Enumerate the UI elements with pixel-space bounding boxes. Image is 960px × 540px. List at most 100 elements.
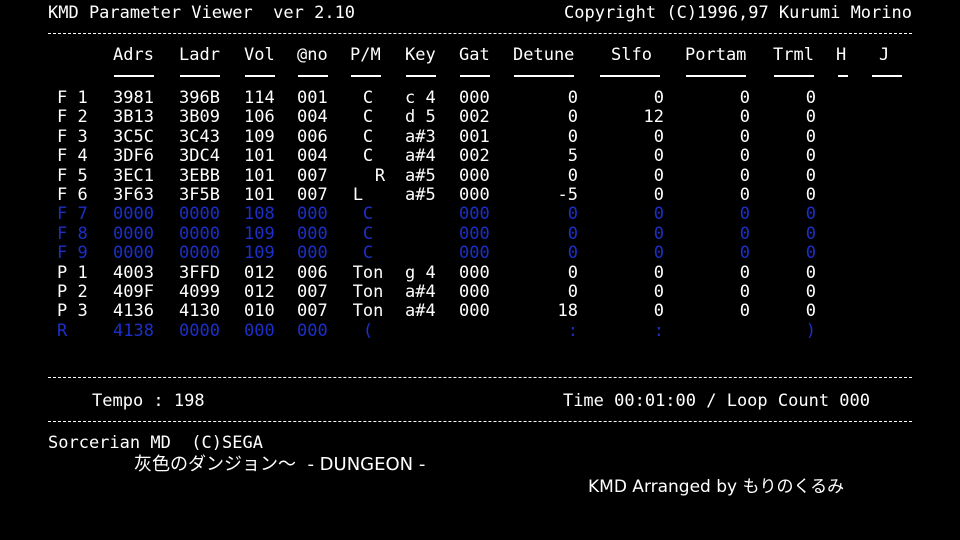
cell-adrs: 4003: [113, 262, 154, 283]
cell-pm: Ton: [352, 301, 384, 322]
table-row: F 4 3DF6 3DC4 101 004 Ca#4 002 5 0 0 0: [0, 146, 960, 166]
table-row: F 1 3981 396B 114 001 Cc 4 000 0 0 0 0: [0, 88, 960, 108]
cell-detune: 0: [567, 243, 578, 264]
column-header-h: H: [836, 45, 847, 65]
cell-pm: C: [362, 126, 374, 147]
top-divider: [48, 33, 912, 34]
cell-no: 007: [297, 282, 328, 302]
cell-key: a#5: [405, 185, 436, 205]
cell-ladr: 396B: [179, 88, 220, 108]
cell-channel: F 2: [57, 107, 88, 128]
cell-vol: 101: [244, 165, 275, 186]
cell-no: 000: [297, 320, 328, 341]
cell-ladr: 0000: [179, 320, 220, 341]
cell-key: a#4: [405, 146, 436, 167]
cell-adrs: 0000: [113, 204, 154, 225]
cell-slfo: 0: [653, 88, 664, 108]
cell-pm: C: [362, 243, 374, 264]
cell-no: 001: [297, 88, 328, 108]
cell-channel: P 2: [57, 282, 88, 302]
cell-portam: 0: [739, 262, 750, 283]
column-header-ladr: Ladr: [179, 45, 220, 65]
cell-pm: C: [362, 204, 374, 225]
cell-detune: 0: [567, 165, 578, 186]
cell-key: c 4: [405, 88, 436, 108]
cell-adrs: 3981: [113, 88, 154, 108]
cell-vol: 108: [244, 204, 275, 225]
cell-slfo: 0: [653, 185, 664, 205]
cell-portam: 0: [739, 185, 750, 205]
column-header-trml: Trml: [773, 45, 814, 65]
cell-no: 007: [297, 301, 328, 322]
cell-key: a#3: [405, 126, 436, 147]
cell-channel: F 6: [57, 185, 88, 205]
cell-gat: 002: [459, 146, 490, 167]
cell-gat: 000: [459, 165, 490, 186]
cell-key: a#4: [405, 282, 436, 302]
cell-adrs: 3B13: [113, 107, 154, 128]
cell-gat: 000: [459, 262, 490, 283]
cell-detune: 0: [567, 126, 578, 147]
column-header-no: @no: [297, 45, 328, 65]
cell-portam: 0: [739, 282, 750, 302]
cell-channel: P 3: [57, 301, 88, 322]
cell-vol: 000: [244, 320, 275, 341]
table-row: P 3 4136 4130 010 007 Ton a#4 000 18 0 0 0: [0, 301, 960, 321]
table-row: F 2 3B13 3B09 106 004 Cd 5 002 0 12 0 0: [0, 107, 960, 127]
cell-vol: 010: [244, 301, 275, 322]
cell-gat: 000: [459, 204, 490, 225]
middle-divider: [48, 377, 912, 378]
cell-detune: 5: [567, 146, 578, 167]
column-header-j: J: [879, 45, 890, 65]
cell-pm: L: [352, 185, 364, 205]
cell-no: 004: [297, 146, 328, 167]
cell-channel: F 9: [57, 243, 88, 264]
cell-trml: 0: [805, 223, 816, 244]
cell-trml: 0: [805, 126, 816, 147]
cell-trml: 0: [805, 301, 816, 322]
cell-vol: 012: [244, 282, 275, 302]
column-header-row: Adrs Ladr Vol @no P/M Key Gat Detune Slf…: [0, 45, 960, 65]
cell-gat: 000: [459, 301, 490, 322]
cell-pm: C: [362, 88, 374, 108]
cell-no: 006: [297, 262, 328, 283]
table-row: P 1 4003 3FFD 012 006 Ton g 4 000 0 0 0 0: [0, 263, 960, 283]
cell-gat: 000: [459, 282, 490, 302]
cell-adrs: 409F: [113, 282, 154, 302]
table-row: F 3 3C5C 3C43 109 006 Ca#3 001 0 0 0 0: [0, 127, 960, 147]
cell-trml: 0: [805, 262, 816, 283]
cell-gat: 000: [459, 185, 490, 205]
cell-slfo: :: [653, 320, 664, 341]
cell-pm: Ton: [352, 282, 384, 302]
cell-detune: 0: [567, 88, 578, 108]
cell-slfo: 0: [653, 301, 664, 322]
table-row: F 8 0000 0000 109 000 C 000 0 0 0 0: [0, 224, 960, 244]
cell-channel: P 1: [57, 262, 88, 283]
underline-vol: [245, 75, 275, 77]
underline-detune: [514, 75, 574, 77]
cell-channel: F 7: [57, 204, 88, 225]
cell-no: 000: [297, 223, 328, 244]
cell-vol: 012: [244, 262, 275, 283]
cell-slfo: 0: [653, 243, 664, 264]
underline-pm: [351, 75, 381, 77]
cell-slfo: 0: [653, 165, 664, 186]
cell-vol: 114: [244, 88, 275, 108]
cell-channel: F 8: [57, 223, 88, 244]
cell-portam: 0: [739, 165, 750, 186]
cell-pm: R: [374, 165, 386, 186]
cell-trml: 0: [805, 107, 816, 128]
cell-pm: C: [362, 107, 374, 128]
parameter-viewer-screen: KMD Parameter Viewer ver 2.10 Copyright …: [0, 0, 960, 540]
cell-channel: R: [57, 320, 68, 341]
cell-portam: 0: [739, 243, 750, 264]
arranger-credit: KMD Arranged by もりのくるみ: [588, 477, 845, 497]
cell-portam: 0: [739, 301, 750, 322]
cell-slfo: 0: [653, 204, 664, 225]
cell-vol: 101: [244, 146, 275, 167]
cell-slfo: 0: [653, 262, 664, 283]
cell-slfo: 0: [653, 223, 664, 244]
cell-key: a#5: [405, 165, 436, 186]
app-title: KMD Parameter Viewer ver 2.10: [48, 3, 356, 23]
cell-slfo: 12: [643, 107, 664, 128]
